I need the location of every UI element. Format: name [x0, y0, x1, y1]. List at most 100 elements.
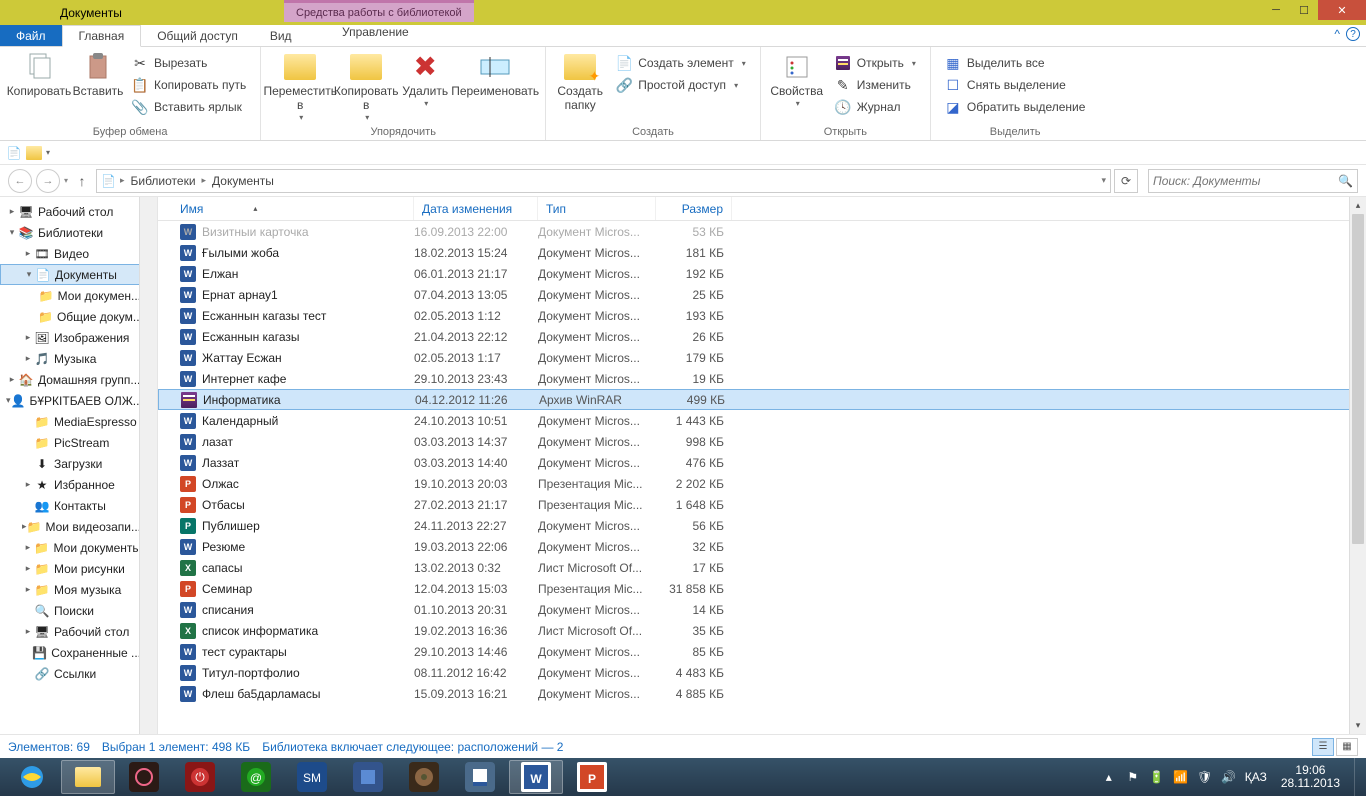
taskbar-app-7[interactable] — [453, 760, 507, 794]
file-row[interactable]: PОлжас19.10.2013 20:03Презентация Mic...… — [158, 473, 1366, 494]
tray-volume-icon[interactable]: 🔊 — [1221, 769, 1237, 785]
col-name[interactable]: Имя▴ — [158, 197, 414, 220]
tree-item[interactable]: ▸📁Мои документы — [0, 537, 141, 558]
qat-new-icon[interactable]: 📄 — [6, 145, 22, 161]
file-row[interactable]: Wлазат03.03.2013 14:37Документ Micros...… — [158, 431, 1366, 452]
tree-item[interactable]: ▸🎞Видео — [0, 243, 141, 264]
tab-share[interactable]: Общий доступ — [141, 25, 254, 46]
col-type[interactable]: Тип — [538, 197, 656, 220]
taskbar-app-6[interactable] — [397, 760, 451, 794]
tree-twisty-icon[interactable]: ▸ — [22, 353, 34, 364]
invert-selection-button[interactable]: ◪Обратить выделение — [941, 97, 1090, 117]
search-icon[interactable]: 🔍 — [1338, 174, 1353, 188]
taskbar-ie[interactable] — [5, 760, 59, 794]
up-button[interactable]: ↑ — [72, 173, 92, 189]
forward-button[interactable]: → — [36, 169, 60, 193]
delete-button[interactable]: ✖Удалить — [399, 49, 451, 108]
file-row[interactable]: WЕсжаннын кагазы21.04.2013 22:12Документ… — [158, 326, 1366, 347]
col-date[interactable]: Дата изменения — [414, 197, 538, 220]
easy-access-button[interactable]: 🔗Простой доступ — [612, 75, 750, 95]
file-row[interactable]: WТитул-портфолио08.11.2012 16:42Документ… — [158, 662, 1366, 683]
chevron-right-icon[interactable]: ▸ — [202, 175, 207, 186]
open-button[interactable]: Открыть — [831, 53, 920, 73]
recent-dropdown-icon[interactable]: ▾ — [64, 176, 68, 185]
scrollbar[interactable]: ▴ ▾ — [1349, 197, 1366, 734]
paste-shortcut-button[interactable]: 📎Вставить ярлык — [128, 97, 250, 117]
tree-twisty-icon[interactable]: ▸ — [22, 542, 34, 553]
file-row[interactable]: Wтест сурактары29.10.2013 14:46Документ … — [158, 641, 1366, 662]
nav-tree[interactable]: ▸🖥Рабочий стол▾📚Библиотеки▸🎞Видео▾📄Докум… — [0, 197, 158, 734]
file-row[interactable]: WИнтернет кафе29.10.2013 23:43Документ M… — [158, 368, 1366, 389]
tree-twisty-icon[interactable]: ▸ — [6, 206, 18, 217]
file-row[interactable]: WЕсжаннын кагазы тест02.05.2013 1:12Доку… — [158, 305, 1366, 326]
breadcrumb[interactable]: 📄 ▸ Библиотеки ▸ Документы ▾ — [96, 169, 1111, 193]
tree-item[interactable]: ▸🖥Рабочий стол — [0, 621, 141, 642]
tree-item[interactable]: 📁PicStream — [0, 432, 141, 453]
file-row[interactable]: WКалендарный24.10.2013 10:51Документ Mic… — [158, 410, 1366, 431]
copyto-button[interactable]: Копировать в — [333, 49, 399, 122]
file-row[interactable]: WЕрнат арнау107.04.2013 13:05Документ Mi… — [158, 284, 1366, 305]
tree-item[interactable]: ⬇Загрузки — [0, 453, 141, 474]
ribbon-collapse-icon[interactable]: ^ — [1334, 27, 1340, 41]
file-row[interactable]: Информатика04.12.2012 11:26Архив WinRAR4… — [158, 389, 1366, 410]
help-icon[interactable]: ? — [1346, 27, 1360, 41]
taskbar-app-2[interactable]: ⏻ — [173, 760, 227, 794]
tree-twisty-icon[interactable]: ▸ — [22, 563, 34, 574]
tree-item[interactable]: ▸🏠Домашняя групп... — [0, 369, 141, 390]
tree-twisty-icon[interactable]: ▾ — [6, 227, 18, 238]
tree-item[interactable]: ▾📄Документы — [0, 264, 141, 285]
tab-home[interactable]: Главная — [62, 25, 142, 47]
tray-shield-icon[interactable]: 🛡 — [1197, 769, 1213, 785]
maximize-button[interactable]: ☐ — [1290, 0, 1318, 20]
taskbar-app-3[interactable]: @ — [229, 760, 283, 794]
tree-item[interactable]: ▸🖼Изображения — [0, 327, 141, 348]
tree-item[interactable]: ▾👤БҰРКІТБАЕВ ОЛЖ... — [0, 390, 141, 411]
scroll-thumb[interactable] — [1352, 214, 1364, 544]
tree-twisty-icon[interactable]: ▸ — [22, 248, 34, 259]
tree-item[interactable]: ▸🖥Рабочий стол — [0, 201, 141, 222]
tray-network-icon[interactable]: 📶 — [1173, 769, 1189, 785]
new-folder-button[interactable]: ✦Создать папку — [552, 49, 608, 113]
taskbar-explorer[interactable] — [61, 760, 115, 794]
file-row[interactable]: Xсапасы13.02.2013 0:32Лист Microsoft Of.… — [158, 557, 1366, 578]
breadcrumb-seg-documents[interactable]: Документы — [210, 174, 276, 188]
view-details-button[interactable]: ☰ — [1312, 738, 1334, 756]
edit-button[interactable]: ✎Изменить — [831, 75, 920, 95]
back-button[interactable]: ← — [8, 169, 32, 193]
tab-file[interactable]: Файл — [0, 25, 62, 46]
file-row[interactable]: WРезюме19.03.2013 22:06Документ Micros..… — [158, 536, 1366, 557]
paste-button[interactable]: Вставить — [72, 49, 124, 99]
tree-item[interactable]: 📁Мои докумен... — [0, 285, 141, 306]
file-row[interactable]: Xсписок информатика19.02.2013 16:36Лист … — [158, 620, 1366, 641]
select-none-button[interactable]: ☐Снять выделение — [941, 75, 1090, 95]
tray-flag-icon[interactable]: ⚑ — [1125, 769, 1141, 785]
tree-item[interactable]: ▸📁Мои рисунки — [0, 558, 141, 579]
tree-item[interactable]: 💾Сохраненные ... — [0, 642, 141, 663]
tree-item[interactable]: ▸🎵Музыка — [0, 348, 141, 369]
col-size[interactable]: Размер — [656, 197, 732, 220]
tree-item[interactable]: 📁MediaEspresso — [0, 411, 141, 432]
tree-twisty-icon[interactable]: ▸ — [22, 479, 34, 490]
scroll-up-icon[interactable]: ▴ — [1350, 197, 1366, 214]
moveto-button[interactable]: Переместить в — [267, 49, 333, 122]
breadcrumb-seg-libraries[interactable]: Библиотеки — [129, 174, 198, 188]
file-row[interactable]: WҒылыми жоба18.02.2013 15:24Документ Mic… — [158, 242, 1366, 263]
tab-view[interactable]: Вид — [254, 25, 308, 46]
file-row[interactable]: WЛаззат03.03.2013 14:40Документ Micros..… — [158, 452, 1366, 473]
file-row[interactable]: WФлеш ба5дарламасы15.09.2013 16:21Докуме… — [158, 683, 1366, 704]
file-row[interactable]: WВизитныи карточка16.09.2013 22:00Докуме… — [158, 221, 1366, 242]
history-button[interactable]: 🕓Журнал — [831, 97, 920, 117]
chevron-right-icon[interactable]: ▸ — [120, 175, 125, 186]
tray-up-icon[interactable]: ▴ — [1101, 769, 1117, 785]
show-desktop-button[interactable] — [1354, 758, 1362, 796]
qat-dropdown-icon[interactable]: ▾ — [46, 148, 50, 157]
tree-item[interactable]: 📁Общие докум... — [0, 306, 141, 327]
tree-item[interactable]: ▸★Избранное — [0, 474, 141, 495]
tree-item[interactable]: ▸📁Моя музыка — [0, 579, 141, 600]
tree-item[interactable]: 🔍Поиски — [0, 600, 141, 621]
view-icons-button[interactable]: ▦ — [1336, 738, 1358, 756]
tray-battery-icon[interactable]: 🔋 — [1149, 769, 1165, 785]
taskbar-app-4[interactable]: SM — [285, 760, 339, 794]
tray-language[interactable]: ҚАЗ — [1245, 770, 1267, 784]
new-item-button[interactable]: 📄Создать элемент — [612, 53, 750, 73]
